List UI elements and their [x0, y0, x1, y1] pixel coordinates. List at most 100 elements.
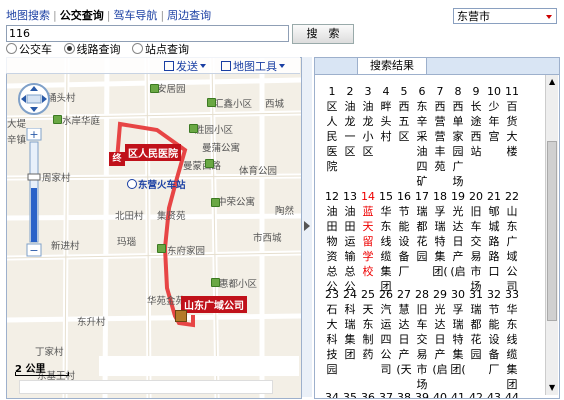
chevron-down-icon [279, 64, 285, 68]
bus-line-text: 瑞都花园 [416, 205, 428, 263]
bus-line-item[interactable]: 40 [431, 390, 449, 398]
tab-search-results[interactable]: 搜索结果 [357, 58, 427, 74]
bus-line-item[interactable]: 14 蓝天留学校 [359, 189, 377, 279]
city-select[interactable]: 东营市 [453, 8, 557, 24]
nav-nearby-query[interactable]: 周边查询 [167, 9, 211, 22]
bus-line-item[interactable]: 4 畔头村 [377, 84, 395, 144]
nav-drive-nav[interactable]: 驾车导航 [113, 9, 157, 22]
bus-line-text: 孚瑞特集团( [432, 205, 448, 278]
bus-line-item[interactable]: 7 西营营丰苑 [431, 84, 449, 174]
bus-line-item[interactable]: 18 孚瑞特集团( [431, 189, 449, 279]
mode-stop-query[interactable]: 站点查询 [132, 43, 189, 56]
bus-line-item[interactable]: 23 石大科技园 [323, 287, 341, 377]
mode-stop-query-label: 站点查询 [145, 43, 189, 56]
bus-line-item[interactable]: 15 华东线缆集团 [377, 189, 395, 294]
bus-line-item[interactable]: 31 瑞都花园 [467, 287, 485, 362]
bus-line-item[interactable]: 44 [503, 390, 521, 398]
search-input[interactable]: 116 [6, 25, 289, 42]
radio-selected-icon[interactable] [63, 43, 75, 54]
bus-line-item[interactable]: 9 长途西站 [467, 84, 485, 159]
bus-line-item[interactable]: 1 区人民医院 [323, 84, 341, 174]
map-canvas[interactable]: 埇头村 安居园 汇鑫小区 西城 大堤 水岸华庭 辛镇 胜园小区 周家村 曼蒲公寓… [6, 57, 302, 399]
zoom-slider[interactable]: + − [26, 128, 44, 258]
bus-line-item[interactable]: 29 光达日产(启 [431, 287, 449, 377]
map-tools-label: 地图工具 [233, 60, 277, 73]
place-label: 辛镇 [7, 135, 27, 146]
bus-line-item[interactable]: 11 百货大楼 [503, 84, 521, 159]
bus-line-item[interactable]: 21 郇城路路口 [485, 189, 503, 279]
nav-map-search[interactable]: 地图搜索 [6, 9, 50, 22]
mode-bus[interactable]: 公交车 [6, 43, 52, 56]
bus-line-item[interactable]: 20 旧车交易市场 [467, 189, 485, 294]
collapse-arrow-icon[interactable] [304, 221, 310, 231]
bus-line-item[interactable]: 8 西单家园广场 [449, 84, 467, 189]
bus-line-item[interactable]: 27 慧达日产(天 [395, 287, 413, 377]
pan-control[interactable] [17, 82, 51, 116]
poi-icon [189, 124, 198, 133]
end-marker-icon[interactable]: 终 [109, 152, 125, 166]
bus-line-item[interactable]: 39 [413, 390, 431, 398]
place-label: 北田村 [115, 211, 144, 222]
bus-line-text: 西五区 [398, 100, 410, 143]
bus-line-number: 14 [361, 190, 375, 203]
bus-line-item[interactable]: 19 光达日产(启 [449, 189, 467, 279]
start-stop-label[interactable]: 山东广域公司 [181, 296, 247, 313]
bus-line-item[interactable]: 13 油田运输总公 [341, 189, 359, 294]
bus-line-number: 7 [436, 85, 444, 98]
bus-line-item[interactable]: 41 [449, 390, 467, 398]
end-stop-label[interactable]: 区人民医院 [125, 144, 181, 161]
bus-line-number: 18 [433, 190, 447, 203]
svg-text:+: + [29, 128, 38, 141]
scrollbar-thumb[interactable] [547, 141, 557, 321]
bus-line-text: 西单家园广场 [452, 100, 464, 188]
results-panel: 搜索结果 1 区人民医院 2 油龙一区 3 油龙小区 4 畔头村 5 西五区 6 东辛采油四矿 7 西营营… [314, 57, 560, 399]
place-label: 市西城 [253, 233, 282, 244]
radio-icon[interactable] [132, 43, 143, 54]
search-button[interactable]: 搜 索 [292, 24, 354, 44]
bus-line-text: 山东广域公司 [506, 205, 518, 293]
bus-line-text: 郇城路路口 [488, 205, 500, 278]
bus-line-item[interactable]: 12 油田物资总公 [323, 189, 341, 294]
bus-line-text: 区人民医院 [326, 100, 338, 173]
place-label: 体育公园 [239, 166, 278, 177]
bus-line-item[interactable]: 10 少年宫 [485, 84, 503, 144]
bus-line-item[interactable]: 33 华东线缆集团 [503, 287, 521, 392]
bus-line-item[interactable]: 43 [485, 390, 503, 398]
bus-line-item[interactable]: 30 孚瑞特集团( [449, 287, 467, 377]
bus-line-item[interactable]: 5 西五区 [395, 84, 413, 144]
map-tools-button[interactable]: 地图工具 [221, 58, 285, 74]
bus-line-item[interactable]: 32 节能设备厂 [485, 287, 503, 377]
bus-line-item[interactable]: 16 节能设备厂 [395, 189, 413, 279]
send-button[interactable]: 发送 [164, 58, 206, 74]
bus-line-number: 6 [418, 85, 426, 98]
scroll-up-icon[interactable]: ▲ [549, 77, 555, 86]
bus-line-item[interactable]: 2 油龙一区 [341, 84, 359, 159]
bus-line-item[interactable]: 24 科瑞集团 [341, 287, 359, 362]
nav-bus-query[interactable]: 公交查询 [60, 9, 104, 22]
bus-line-item[interactable]: 17 瑞都花园 [413, 189, 431, 264]
bus-line-item[interactable]: 35 [341, 390, 359, 398]
poi-icon [53, 115, 62, 124]
scroll-down-icon[interactable]: ▼ [549, 383, 555, 392]
bus-line-number: 32 [487, 288, 501, 301]
panel-splitter[interactable] [302, 57, 312, 397]
bus-line-item[interactable]: 36 [359, 390, 377, 398]
bus-line-item[interactable]: 25 天东制药 [359, 287, 377, 362]
bus-line-text: 节能设备厂 [488, 303, 500, 376]
bus-line-item[interactable]: 26 汽运四公司 [377, 287, 395, 377]
bus-line-item[interactable]: 37 [377, 390, 395, 398]
results-scrollbar[interactable]: ▲ ▼ [545, 75, 558, 395]
mode-line-query[interactable]: 线路查询 [63, 43, 121, 56]
place-label: 曼蒙西路 [183, 161, 222, 172]
bus-line-item[interactable]: 6 东辛采油四矿 [413, 84, 431, 189]
bus-line-item[interactable]: 28 旧车交易市场 [413, 287, 431, 392]
radio-icon[interactable] [6, 43, 17, 54]
map-hscroll[interactable] [19, 380, 273, 394]
bus-line-item[interactable]: 3 油龙小区 [359, 84, 377, 159]
bus-line-number: 30 [451, 288, 465, 301]
bus-line-item[interactable]: 42 [467, 390, 485, 398]
start-marker-icon[interactable] [175, 310, 187, 322]
bus-line-item[interactable]: 38 [395, 390, 413, 398]
bus-line-item[interactable]: 22 山东广域公司 [503, 189, 521, 294]
bus-line-item[interactable]: 34 [323, 390, 341, 398]
